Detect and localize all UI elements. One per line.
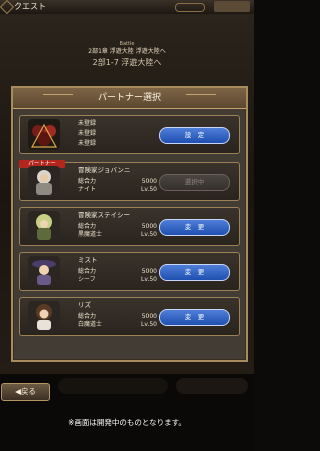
character-portrait <box>28 166 60 197</box>
top-bar: クエスト <box>0 0 254 15</box>
change-partner-button[interactable]: 変 更 <box>159 309 230 326</box>
empty-slot-avatar-icon <box>28 119 60 150</box>
partner-card: パートナー 冒険家ジョバンニ 総合力 5000 ナイト Lv.50 選択中 <box>19 160 240 201</box>
change-partner-button[interactable]: 変 更 <box>159 219 230 236</box>
level-value: Lv.50 <box>141 186 157 193</box>
dialog-title: パートナー選択 <box>97 93 161 103</box>
selected-button: 選択中 <box>159 174 230 191</box>
header-ornament-right <box>175 3 205 12</box>
unregistered-text: 未登録 <box>78 120 97 127</box>
partner-card: 冒険家ステイシー 総合力 5000 黒魔道士 Lv.50 変 更 <box>19 207 240 246</box>
partner-card-empty: 未登録 未登録 未登録 設 定 <box>19 115 240 154</box>
character-name: 冒険家ジョバンニ <box>78 166 131 174</box>
job-label: 黒魔道士 <box>78 231 103 238</box>
character-portrait <box>28 256 60 287</box>
job-label: ナイト <box>78 186 97 193</box>
power-label: 総合力 <box>78 313 97 320</box>
character-name: ミスト <box>78 256 98 264</box>
option-button-disabled <box>176 378 248 394</box>
menu-button[interactable] <box>214 1 250 12</box>
character-name: 冒険家ステイシー <box>78 211 130 219</box>
level-value: Lv.50 <box>141 321 157 328</box>
partner-card: ミスト 総合力 5000 シーフ Lv.50 変 更 <box>19 252 240 291</box>
level-value: Lv.50 <box>141 276 157 283</box>
partner-select-dialog: パートナー選択 未登録 未登録 未登録 設 定 パートナー 冒険家ジョバンニ 総… <box>11 86 248 362</box>
power-label: 総合力 <box>78 178 97 185</box>
power-label: 総合力 <box>78 223 97 230</box>
back-button[interactable]: ◀戻る <box>1 383 50 401</box>
header-line-right <box>186 94 216 95</box>
quest-subtitle: 2部1章 浮遊大陸 浮遊大陸へ <box>88 48 166 55</box>
start-button-disabled <box>58 378 168 394</box>
page-title: クエスト <box>14 2 46 11</box>
character-portrait <box>28 211 60 242</box>
dialog-header: パートナー選択 <box>13 88 246 109</box>
power-value: 5000 <box>141 313 157 320</box>
character-name: リズ <box>78 301 91 309</box>
header-line-left <box>43 94 73 95</box>
power-value: 5000 <box>141 268 157 275</box>
header-ornament-icon <box>0 0 15 15</box>
unregistered-text: 未登録 <box>78 140 97 147</box>
partner-card: リズ 総合力 5000 白魔道士 Lv.50 変 更 <box>19 297 240 336</box>
quest-label: Battle <box>119 41 135 47</box>
level-value: Lv.50 <box>141 231 157 238</box>
job-label: 白魔道士 <box>78 321 103 328</box>
power-value: 5000 <box>141 178 157 185</box>
development-notice: ※画面は開発中のものとなります。 <box>68 418 186 427</box>
job-label: シーフ <box>78 276 96 283</box>
unregistered-text: 未登録 <box>78 130 97 137</box>
character-portrait <box>28 301 60 332</box>
set-partner-button[interactable]: 設 定 <box>159 127 230 144</box>
change-partner-button[interactable]: 変 更 <box>159 264 230 281</box>
power-value: 5000 <box>141 223 157 230</box>
quest-name: 2部1-7 浮遊大陸へ <box>92 58 162 67</box>
power-label: 総合力 <box>78 268 97 275</box>
